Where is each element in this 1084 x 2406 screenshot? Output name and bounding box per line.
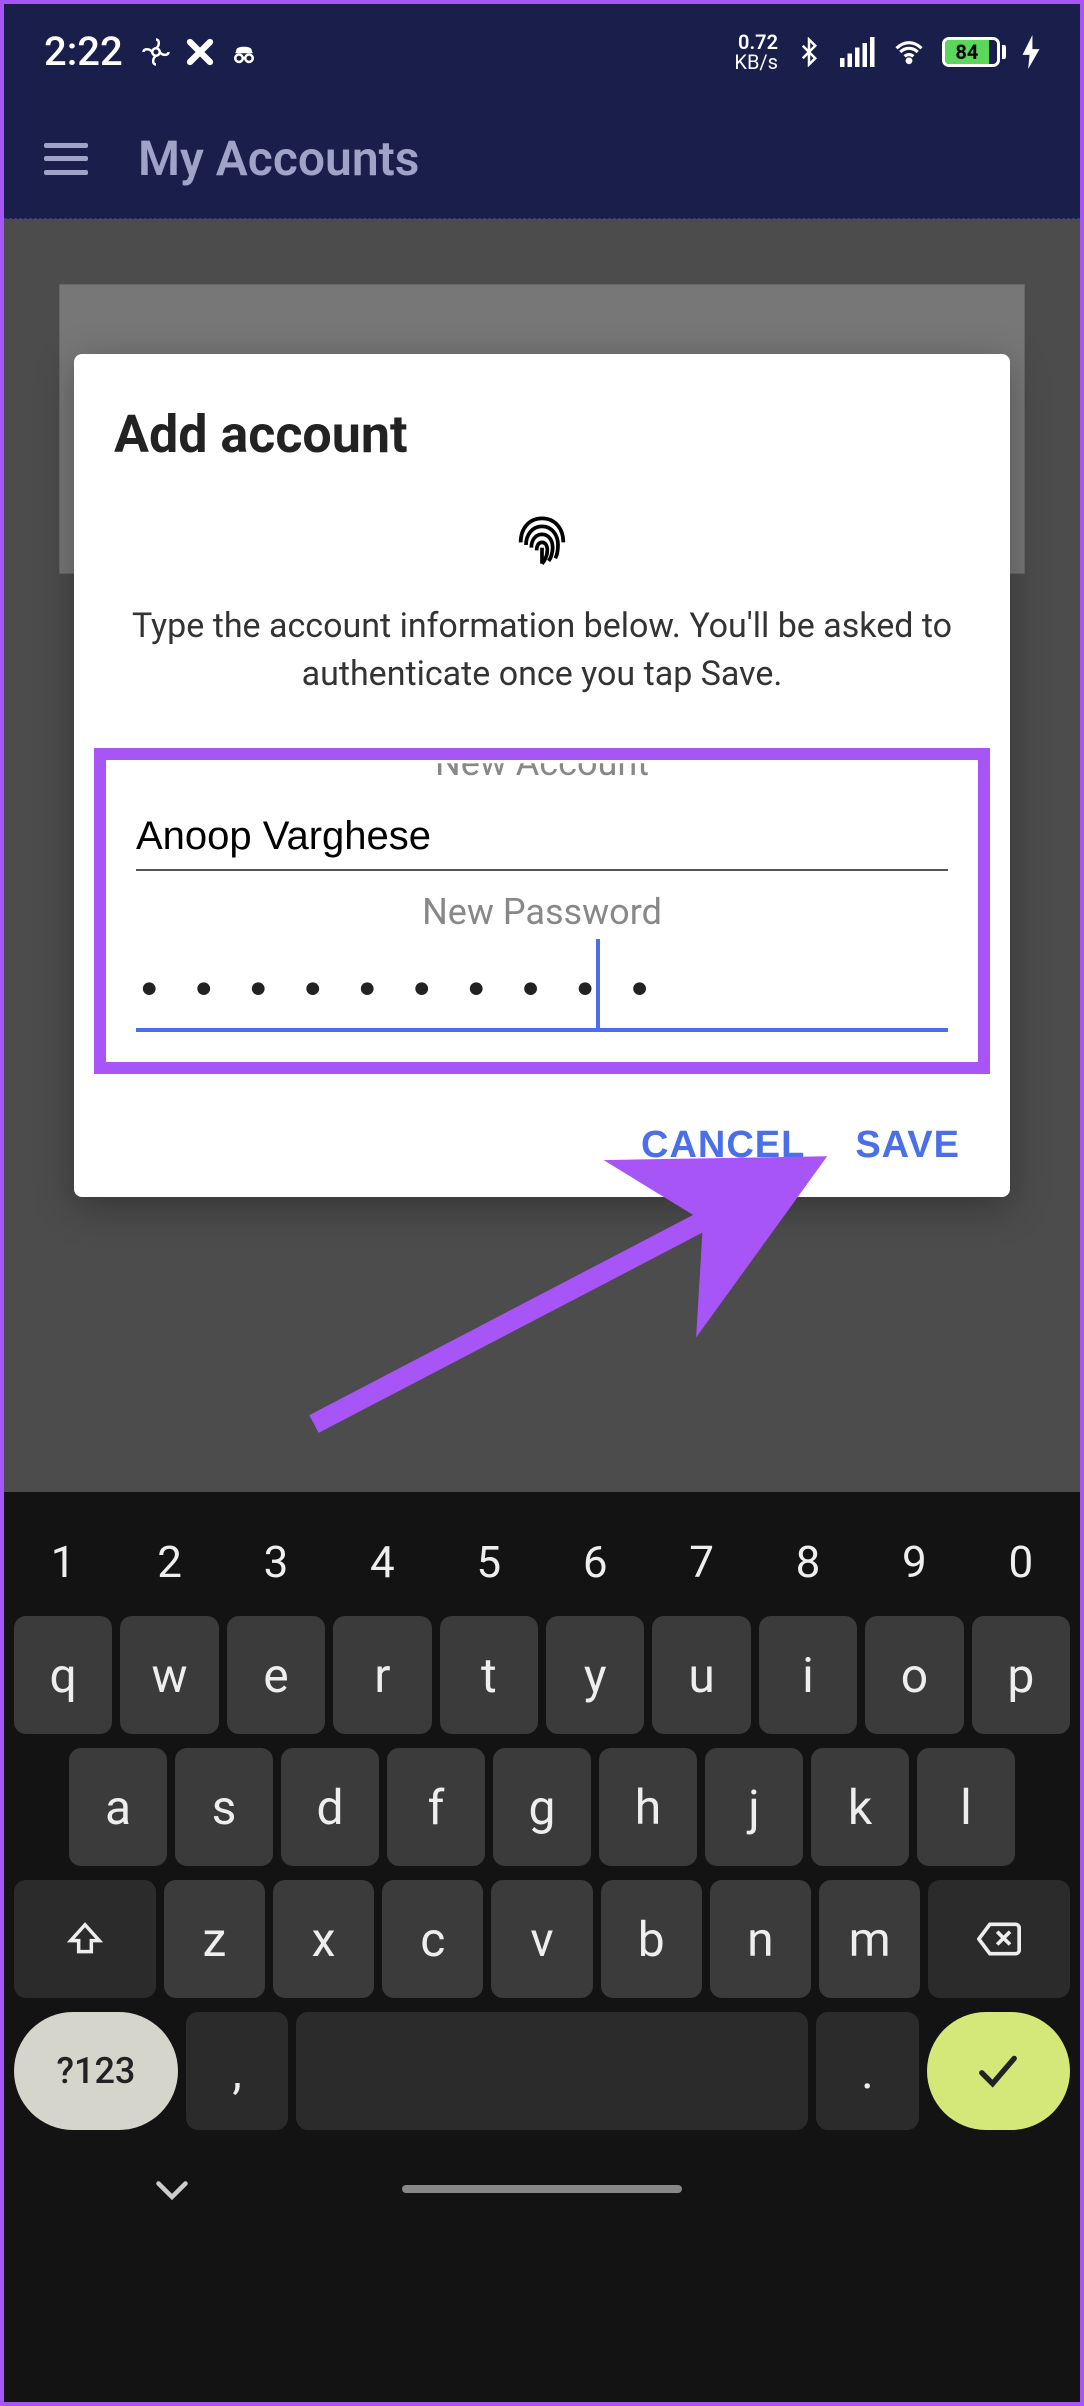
key-s[interactable]: s [175,1748,273,1866]
key-0[interactable]: 0 [972,1522,1070,1602]
key-4[interactable]: 4 [333,1522,431,1602]
key-a[interactable]: a [69,1748,167,1866]
key-2[interactable]: 2 [120,1522,218,1602]
keyboard-row-3: z x c v b n m [14,1880,1070,1998]
key-n[interactable]: n [710,1880,811,1998]
key-v[interactable]: v [491,1880,592,1998]
key-k[interactable]: k [811,1748,909,1866]
key-j[interactable]: j [705,1748,803,1866]
spacebar-key[interactable] [296,2012,808,2130]
key-c[interactable]: c [382,1880,483,1998]
key-5[interactable]: 5 [440,1522,538,1602]
key-f[interactable]: f [387,1748,485,1866]
keyboard-bottom-row: ?123 , . [14,2012,1070,2130]
dialog-instruction: Type the account information below. You'… [114,603,970,698]
add-account-dialog: Add account Type the account information… [74,354,1010,1197]
key-l[interactable]: l [917,1748,1015,1866]
key-1[interactable]: 1 [14,1522,112,1602]
comma-key[interactable]: , [186,2012,288,2130]
enter-key[interactable] [927,2012,1070,2130]
key-g[interactable]: g [493,1748,591,1866]
nav-bar [14,2144,1070,2234]
key-o[interactable]: o [865,1616,963,1734]
key-3[interactable]: 3 [227,1522,325,1602]
dialog-title: Add account [114,404,970,465]
fan-icon [141,37,171,67]
key-x[interactable]: x [273,1880,374,1998]
menu-icon[interactable] [44,143,88,175]
keyboard-number-row: 1 2 3 4 5 6 7 8 9 0 [14,1522,1070,1602]
password-input[interactable]: •••••••••• [136,953,948,1032]
key-q[interactable]: q [14,1616,112,1734]
clock: 2:22 [44,28,123,75]
form-highlight-annotation: New Account New Password •••••••••• [94,748,990,1074]
key-b[interactable]: b [601,1880,702,1998]
check-icon [976,2053,1020,2089]
keyboard-row-1: q w e r t y u i o p [14,1616,1070,1734]
account-field-label: New Account [136,742,948,784]
key-8[interactable]: 8 [759,1522,857,1602]
backspace-key[interactable] [928,1880,1070,1998]
wifi-icon [892,37,926,67]
key-i[interactable]: i [759,1616,857,1734]
status-icons-left [141,37,259,67]
backspace-icon [977,1921,1021,1957]
key-u[interactable]: u [652,1616,750,1734]
key-y[interactable]: y [546,1616,644,1734]
key-m[interactable]: m [819,1880,920,1998]
incognito-icon [229,37,259,67]
key-6[interactable]: 6 [546,1522,644,1602]
bluetooth-icon [794,37,824,67]
account-name-input[interactable] [136,804,948,871]
bandage-icon [185,37,215,67]
cancel-button[interactable]: CANCEL [641,1124,805,1167]
home-indicator[interactable] [402,2185,682,2193]
password-field-label: New Password [136,891,948,933]
key-w[interactable]: w [120,1616,218,1734]
key-z[interactable]: z [164,1880,265,1998]
shift-icon [66,1920,104,1958]
charging-icon [1022,35,1040,69]
data-speed: 0.72 KB/s [734,32,778,72]
save-button[interactable]: SAVE [855,1124,960,1167]
key-d[interactable]: d [281,1748,379,1866]
app-bar: My Accounts [4,99,1080,219]
soft-keyboard: 1 2 3 4 5 6 7 8 9 0 q w e r t y u i o p … [4,1492,1080,2402]
battery-indicator: 84 [942,37,1006,67]
key-h[interactable]: h [599,1748,697,1866]
key-9[interactable]: 9 [865,1522,963,1602]
keyboard-collapse-icon[interactable] [154,2166,190,2213]
mode-switch-key[interactable]: ?123 [14,2012,178,2130]
fingerprint-icon [114,505,970,573]
shift-key[interactable] [14,1880,156,1998]
key-7[interactable]: 7 [652,1522,750,1602]
text-cursor [596,939,600,1030]
key-t[interactable]: t [440,1616,538,1734]
status-bar: 2:22 0.72 KB/s 84 [4,4,1080,99]
key-e[interactable]: e [227,1616,325,1734]
key-p[interactable]: p [972,1616,1070,1734]
key-r[interactable]: r [333,1616,431,1734]
period-key[interactable]: . [816,2012,918,2130]
signal-icon [840,37,876,67]
page-title: My Accounts [138,130,419,187]
keyboard-row-2: a s d f g h j k l [14,1748,1070,1866]
